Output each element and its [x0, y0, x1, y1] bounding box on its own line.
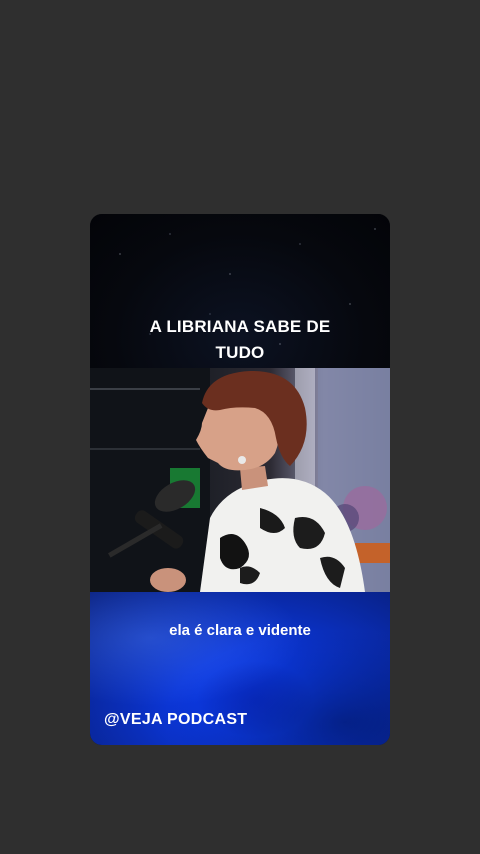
headline-text: A LIBRIANA SABE DE TUDO	[149, 317, 331, 362]
caption-panel: ela é clara e vidente @VEJA PODCAST	[90, 592, 390, 745]
headline-panel: A LIBRIANA SABE DE TUDO	[90, 214, 390, 368]
caption-text: ela é clara e vidente	[169, 622, 311, 639]
video-still-illustration	[90, 368, 390, 592]
podcast-video-frame[interactable]	[90, 368, 390, 592]
account-handle[interactable]: @VEJA PODCAST	[104, 711, 247, 729]
story-card[interactable]: A LIBRIANA SABE DE TUDO ela é clara e vi…	[90, 214, 390, 745]
